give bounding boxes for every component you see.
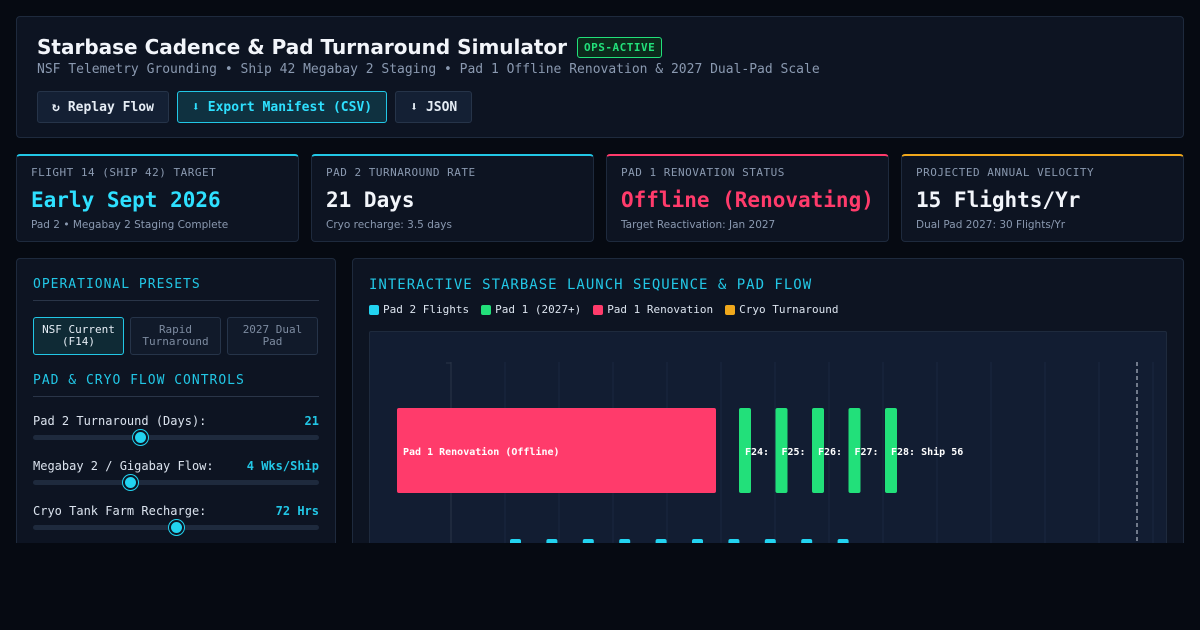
legend-item: Pad 1 Renovation <box>593 303 713 316</box>
legend-swatch <box>725 304 736 315</box>
pad2-flight-bar[interactable] <box>582 539 594 543</box>
metric-card-pad2-turnaround: PAD 2 TURNAROUND RATE 21 Days Cryo recha… <box>311 154 594 242</box>
preset-2027-dual-pad[interactable]: 2027 Dual Pad <box>227 317 318 355</box>
metric-note: Target Reactivation: Jan 2027 <box>621 219 776 231</box>
export-json-label: JSON <box>425 99 458 115</box>
metric-label: PROJECTED ANNUAL VELOCITY <box>916 166 1095 179</box>
replay-flow-button[interactable]: ↻ Replay Flow <box>37 91 169 123</box>
controls-panel: OPERATIONAL PRESETS NSF Current (F14) Ra… <box>16 258 336 543</box>
pad2-flight-bar[interactable] <box>619 539 631 543</box>
control-value: 21 <box>304 414 319 428</box>
page-subtitle: NSF Telemetry Grounding • Ship 42 Megaba… <box>37 62 820 77</box>
pad2-flight-bar[interactable] <box>764 539 776 543</box>
cryo-recharge-control: Cryo Tank Farm Recharge: 72 Hrs <box>33 504 319 538</box>
pad2-flight-bar[interactable] <box>655 539 667 543</box>
export-json-button[interactable]: ⬇ JSON <box>395 91 473 123</box>
preset-nsf-current[interactable]: NSF Current (F14) <box>33 317 124 355</box>
pad2-turnaround-control: Pad 2 Turnaround (Days): 21 <box>33 414 319 448</box>
legend-item: Pad 2 Flights <box>369 303 469 316</box>
metric-note: Cryo recharge: 3.5 days <box>326 219 452 231</box>
divider <box>33 300 319 301</box>
launch-sequence-panel: INTERACTIVE STARBASE LAUNCH SEQUENCE & P… <box>352 258 1184 543</box>
replay-flow-label: Replay Flow <box>67 99 154 115</box>
pad2-flight-bar[interactable] <box>510 539 521 543</box>
sequence-title: INTERACTIVE STARBASE LAUNCH SEQUENCE & P… <box>369 277 813 293</box>
legend-label: Cryo Turnaround <box>739 303 839 316</box>
metric-value: Early Sept 2026 <box>31 188 221 212</box>
metric-value: Offline (Renovating) <box>621 188 874 212</box>
page-title: Starbase Cadence & Pad Turnaround Simula… <box>37 35 568 59</box>
legend-item: Pad 1 (2027+) <box>481 303 581 316</box>
control-label: Cryo Tank Farm Recharge: <box>33 504 207 518</box>
pad2-flight-bar[interactable] <box>546 539 558 543</box>
export-csv-label: Export Manifest (CSV) <box>207 99 373 115</box>
slider-thumb[interactable] <box>123 475 139 490</box>
metric-label: FLIGHT 14 (SHIP 42) TARGET <box>31 166 217 179</box>
preset-group: NSF Current (F14) Rapid Turnaround 2027 … <box>33 317 318 355</box>
metric-value: 15 Flights/Yr <box>916 188 1081 212</box>
export-csv-button[interactable]: ⬇ Export Manifest (CSV) <box>176 91 388 123</box>
slider-track[interactable] <box>33 480 319 485</box>
preset-rapid-turnaround[interactable]: Rapid Turnaround <box>130 317 221 355</box>
control-label: Megabay 2 / Gigabay Flow: <box>33 459 214 473</box>
sequence-chart[interactable]: Pad 1 Renovation (Offline) F24: F25: S F2… <box>369 331 1167 543</box>
legend-swatch <box>593 304 604 315</box>
pad2-flights-group <box>510 539 849 543</box>
legend-swatch <box>481 304 492 315</box>
pad2-flight-bar[interactable] <box>837 539 849 543</box>
pad2-flight-bar[interactable] <box>728 539 740 543</box>
divider <box>33 396 319 397</box>
slider-thumb[interactable] <box>169 520 184 535</box>
header-panel: Starbase Cadence & Pad Turnaround Simula… <box>16 16 1184 138</box>
download-icon: ⬇ <box>410 99 418 115</box>
pad2-flight-bar[interactable] <box>801 539 813 543</box>
metric-label: PAD 1 RENOVATION STATUS <box>621 166 785 179</box>
pad1-flight-label: F28: Ship 56 <box>891 446 963 458</box>
title-row: Starbase Cadence & Pad Turnaround Simula… <box>37 35 663 59</box>
metric-card-pad1-renovation: PAD 1 RENOVATION STATUS Offline (Renovat… <box>606 154 889 242</box>
metric-label: PAD 2 TURNAROUND RATE <box>326 166 476 179</box>
sequence-svg: Pad 1 Renovation (Offline) F24: F25: S F2… <box>397 362 1154 543</box>
app-viewport: Starbase Cadence & Pad Turnaround Simula… <box>0 0 1200 543</box>
slider-track[interactable] <box>33 435 319 440</box>
metric-card-annual-velocity: PROJECTED ANNUAL VELOCITY 15 Flights/Yr … <box>901 154 1184 242</box>
megabay-flow-control: Megabay 2 / Gigabay Flow: 4 Wks/Ship <box>33 459 319 493</box>
metric-note: Dual Pad 2027: 30 Flights/Yr <box>916 219 1066 231</box>
control-value: 4 Wks/Ship <box>246 459 319 473</box>
legend-label: Pad 1 (2027+) <box>495 303 582 316</box>
legend-item: Cryo Turnaround <box>725 303 839 316</box>
metric-value: 21 Days <box>326 188 415 212</box>
metric-note: Pad 2 • Megabay 2 Staging Complete <box>31 219 229 231</box>
presets-title: OPERATIONAL PRESETS <box>33 277 201 292</box>
status-badge: OPS-ACTIVE <box>577 36 663 58</box>
pad1-flights-group: F24: F25: S F26: S F27: S F28: Ship 56 <box>739 408 963 493</box>
legend-swatch <box>369 304 379 315</box>
pad2-flight-bar[interactable] <box>692 539 703 543</box>
control-label: Pad 2 Turnaround (Days): <box>33 414 207 428</box>
metric-card-flight14: FLIGHT 14 (SHIP 42) TARGET Early Sept 20… <box>16 154 299 242</box>
download-icon: ⬇ <box>191 99 200 115</box>
legend-label: Pad 2 Flights <box>383 303 470 316</box>
slider-thumb[interactable] <box>133 430 149 445</box>
pad1-flight-label: F24: <box>745 447 769 458</box>
chart-legend: Pad 2 Flights Pad 1 (2027+) Pad 1 Renova… <box>369 303 839 316</box>
legend-label: Pad 1 Renovation <box>607 303 714 316</box>
controls-title: PAD & CRYO FLOW CONTROLS <box>33 373 245 388</box>
control-value: 72 Hrs <box>275 504 319 518</box>
replay-icon: ↻ <box>52 99 60 115</box>
renovation-label: Pad 1 Renovation (Offline) <box>403 446 560 458</box>
toolbar: ↻ Replay Flow ⬇ Export Manifest (CSV) ⬇ … <box>37 91 473 123</box>
